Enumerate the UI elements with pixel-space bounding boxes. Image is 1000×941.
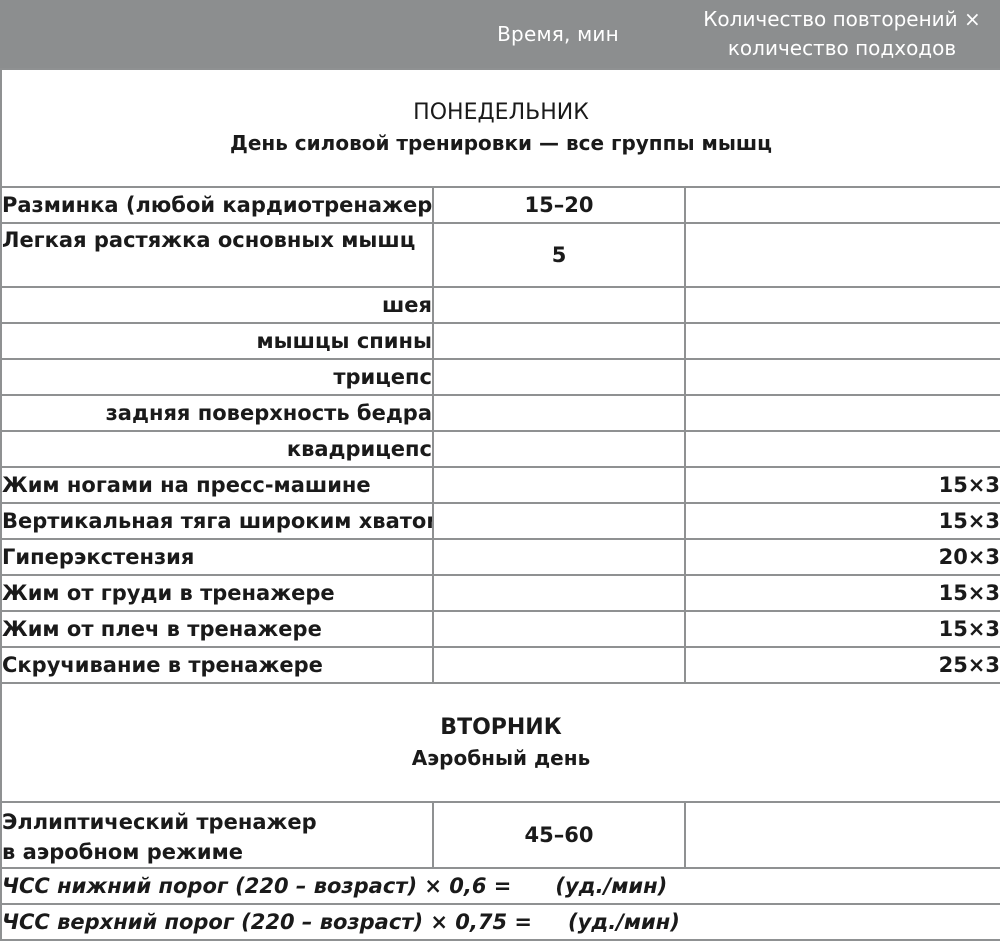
row-reps bbox=[683, 430, 1000, 468]
tuesday-heading: ВТОРНИК Аэробный день bbox=[0, 682, 1000, 803]
row-reps: 20×3 bbox=[683, 538, 1000, 576]
row-time bbox=[432, 322, 686, 360]
row-reps bbox=[683, 186, 1000, 224]
hr-high-text: ЧСС верхний порог (220 – возраст) × 0,75… bbox=[2, 910, 532, 934]
table-row: Легкая растяжка основных мышц 5 bbox=[0, 222, 1000, 288]
row-label: Вертикальная тяга широким хватом bbox=[0, 502, 434, 540]
row-reps bbox=[683, 286, 1000, 324]
row-label: Гиперэкстензия bbox=[0, 538, 434, 576]
hr-high-unit: (уд./мин) bbox=[567, 910, 680, 934]
row-time: 15–20 bbox=[432, 186, 686, 224]
muscle-row: шея bbox=[0, 286, 1000, 324]
muscle-row: квадрицепс bbox=[0, 430, 1000, 468]
muscle-label: шея bbox=[0, 286, 434, 324]
hr-low-row: ЧСС нижний порог (220 – возраст) × 0,6 =… bbox=[0, 867, 1000, 905]
row-reps: 25×3 bbox=[683, 646, 1000, 684]
muscle-label: задняя поверхность бедра bbox=[0, 394, 434, 432]
header-reps: Количество повторений × количество подхо… bbox=[684, 5, 1000, 63]
row-reps bbox=[683, 222, 1000, 288]
row-label-line2: в аэробном режиме bbox=[2, 840, 244, 864]
hr-low-text: ЧСС нижний порог (220 – возраст) × 0,6 = bbox=[2, 874, 512, 898]
table-row: Гиперэкстензия 20×3 bbox=[0, 538, 1000, 576]
muscle-label: квадрицепс bbox=[0, 430, 434, 468]
row-time: 5 bbox=[432, 222, 686, 288]
table-row: Жим от плеч в тренажере 15×3 bbox=[0, 610, 1000, 648]
row-reps bbox=[683, 394, 1000, 432]
hr-high-formula: ЧСС верхний порог (220 – возраст) × 0,75… bbox=[0, 903, 1000, 941]
table-header: Время, мин Количество повторений × колич… bbox=[0, 0, 1000, 68]
row-time bbox=[432, 430, 686, 468]
workout-sheet: Время, мин Количество повторений × колич… bbox=[0, 0, 1000, 941]
row-label: Жим от плеч в тренажере bbox=[0, 610, 434, 648]
day-subtitle: Аэробный день bbox=[411, 745, 591, 770]
row-time bbox=[432, 358, 686, 396]
table-row: Жим от груди в тренажере 15×3 bbox=[0, 574, 1000, 612]
row-time bbox=[432, 574, 686, 612]
monday-heading: ПОНЕДЕЛЬНИК День силовой тренировки — вс… bbox=[0, 68, 1000, 188]
hr-low-unit: (уд./мин) bbox=[555, 874, 668, 898]
row-time bbox=[432, 646, 686, 684]
row-time bbox=[432, 394, 686, 432]
muscle-row: трицепс bbox=[0, 358, 1000, 396]
row-label: Скручивание в тренажере bbox=[0, 646, 434, 684]
header-time: Время, мин bbox=[497, 22, 619, 46]
row-reps bbox=[683, 358, 1000, 396]
row-time bbox=[432, 466, 686, 504]
day-title: ВТОРНИК bbox=[440, 714, 562, 740]
table-row: Скручивание в тренажере 25×3 bbox=[0, 646, 1000, 684]
muscle-row: задняя поверхность бедра bbox=[0, 394, 1000, 432]
hr-low-formula: ЧСС нижний порог (220 – возраст) × 0,6 =… bbox=[0, 867, 1000, 905]
row-reps bbox=[683, 801, 1000, 869]
table-row: Вертикальная тяга широким хватом 15×3 bbox=[0, 502, 1000, 540]
workout-table: ПОНЕДЕЛЬНИК День силовой тренировки — вс… bbox=[0, 68, 1000, 941]
row-reps: 15×3 bbox=[683, 466, 1000, 504]
row-reps: 15×3 bbox=[683, 610, 1000, 648]
row-label-line1: Эллиптический тренажер bbox=[2, 810, 317, 834]
tuesday-heading-row: ВТОРНИК Аэробный день bbox=[0, 682, 1000, 803]
row-label: Эллиптический тренажер в аэробном режиме bbox=[0, 801, 434, 869]
table-row: Жим ногами на пресс-машине 15×3 bbox=[0, 466, 1000, 504]
day-subtitle: День силовой тренировки — все группы мыш… bbox=[230, 131, 772, 155]
row-time bbox=[432, 538, 686, 576]
row-reps: 15×3 bbox=[683, 574, 1000, 612]
row-label: Жим ногами на пресс-машине bbox=[0, 466, 434, 504]
row-time: 45–60 bbox=[432, 801, 686, 869]
muscle-row: мышцы спины bbox=[0, 322, 1000, 360]
row-time bbox=[432, 286, 686, 324]
header-reps-line2: количество подходов bbox=[727, 36, 957, 60]
row-label: Легкая растяжка основных мышц bbox=[0, 222, 434, 288]
row-time bbox=[432, 610, 686, 648]
monday-heading-row: ПОНЕДЕЛЬНИК День силовой тренировки — вс… bbox=[0, 68, 1000, 188]
header-reps-line1: Количество повторений × bbox=[703, 7, 981, 31]
hr-high-row: ЧСС верхний порог (220 – возраст) × 0,75… bbox=[0, 903, 1000, 941]
table-row: Эллиптический тренажер в аэробном режиме… bbox=[0, 801, 1000, 869]
row-reps bbox=[683, 322, 1000, 360]
row-label: Жим от груди в тренажере bbox=[0, 574, 434, 612]
muscle-label: трицепс bbox=[0, 358, 434, 396]
row-reps: 15×3 bbox=[683, 502, 1000, 540]
row-time bbox=[432, 502, 686, 540]
day-title: ПОНЕДЕЛЬНИК bbox=[413, 100, 589, 125]
table-row: Разминка (любой кардиотренажер) 15–20 bbox=[0, 186, 1000, 224]
row-label: Разминка (любой кардиотренажер) bbox=[0, 186, 434, 224]
muscle-label: мышцы спины bbox=[0, 322, 434, 360]
